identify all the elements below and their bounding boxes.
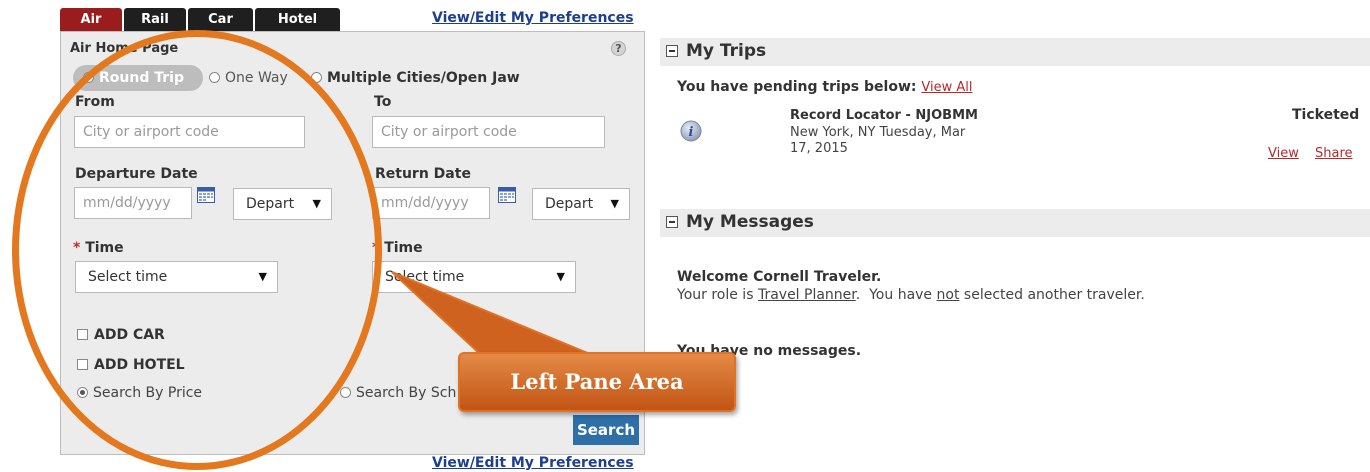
my-trips-header: My Trips	[660, 38, 1370, 66]
return-date-input[interactable]: mm/dd/yyyy	[372, 187, 490, 219]
multi-city-label: Multiple Cities/Open Jaw	[327, 70, 520, 86]
search-by-schedule-radio-icon[interactable]	[340, 387, 351, 398]
trip-status: Ticketed	[1292, 107, 1360, 123]
to-input[interactable]: City or airport code	[372, 116, 605, 148]
preferences-link-top[interactable]: View/Edit My Preferences	[432, 10, 634, 26]
my-messages-header: My Messages	[660, 209, 1370, 237]
search-by-schedule-label: Search By Sch	[356, 385, 457, 401]
my-trips-title: My Trips	[686, 41, 767, 61]
info-icon: i	[680, 120, 702, 142]
return-calendar-icon[interactable]	[498, 187, 516, 203]
welcome-text: Welcome Cornell Traveler.	[677, 269, 882, 285]
search-button[interactable]: Search	[573, 415, 639, 445]
trip-details-line1: New York, NY Tuesday, Mar	[790, 125, 966, 140]
left-pane-highlight-ellipse	[12, 30, 382, 470]
return-time-label-text: Time	[384, 240, 423, 256]
callout-pointer	[391, 271, 591, 355]
view-all-link[interactable]: View All	[921, 80, 972, 95]
role-prefix: Your role is	[677, 287, 754, 303]
to-label: To	[374, 94, 392, 110]
return-date-label: Return Date	[375, 166, 471, 182]
pending-trips-label: You have pending trips below:	[677, 79, 917, 95]
tab-hotel[interactable]: Hotel	[255, 8, 340, 31]
role-value: Travel Planner	[757, 287, 856, 303]
help-icon[interactable]: ?	[611, 41, 626, 56]
role-suffix: selected another traveler.	[963, 287, 1145, 303]
role-text: Your role is Travel Planner. You have no…	[677, 287, 1145, 303]
return-mode-select[interactable]: Depart ▼	[532, 188, 630, 220]
chevron-down-icon: ▼	[610, 197, 619, 210]
share-trip-link[interactable]: Share	[1315, 146, 1353, 161]
return-mode-value: Depart	[545, 196, 594, 212]
search-by-schedule-option[interactable]: Search By Sch	[340, 385, 456, 401]
pending-trips-text: You have pending trips below: View All	[677, 79, 972, 95]
my-messages-title: My Messages	[686, 212, 814, 232]
not-word: not	[936, 287, 960, 303]
left-pane-callout: Left Pane Area	[458, 352, 736, 412]
role-mid: . You have	[855, 287, 933, 303]
collapse-icon[interactable]	[666, 45, 678, 57]
svg-text:i: i	[689, 125, 694, 140]
multi-city-option[interactable]: Multiple Cities/Open Jaw	[311, 70, 520, 86]
record-locator: Record Locator - NJOBMM	[790, 108, 978, 123]
view-trip-link[interactable]: View	[1268, 146, 1299, 161]
trip-details-line2: 17, 2015	[790, 141, 848, 156]
tab-car[interactable]: Car	[188, 8, 253, 31]
tab-rail[interactable]: Rail	[124, 8, 186, 31]
collapse-icon[interactable]	[666, 216, 678, 228]
preferences-link-bottom[interactable]: View/Edit My Preferences	[432, 455, 634, 471]
tab-air[interactable]: Air	[60, 8, 122, 31]
